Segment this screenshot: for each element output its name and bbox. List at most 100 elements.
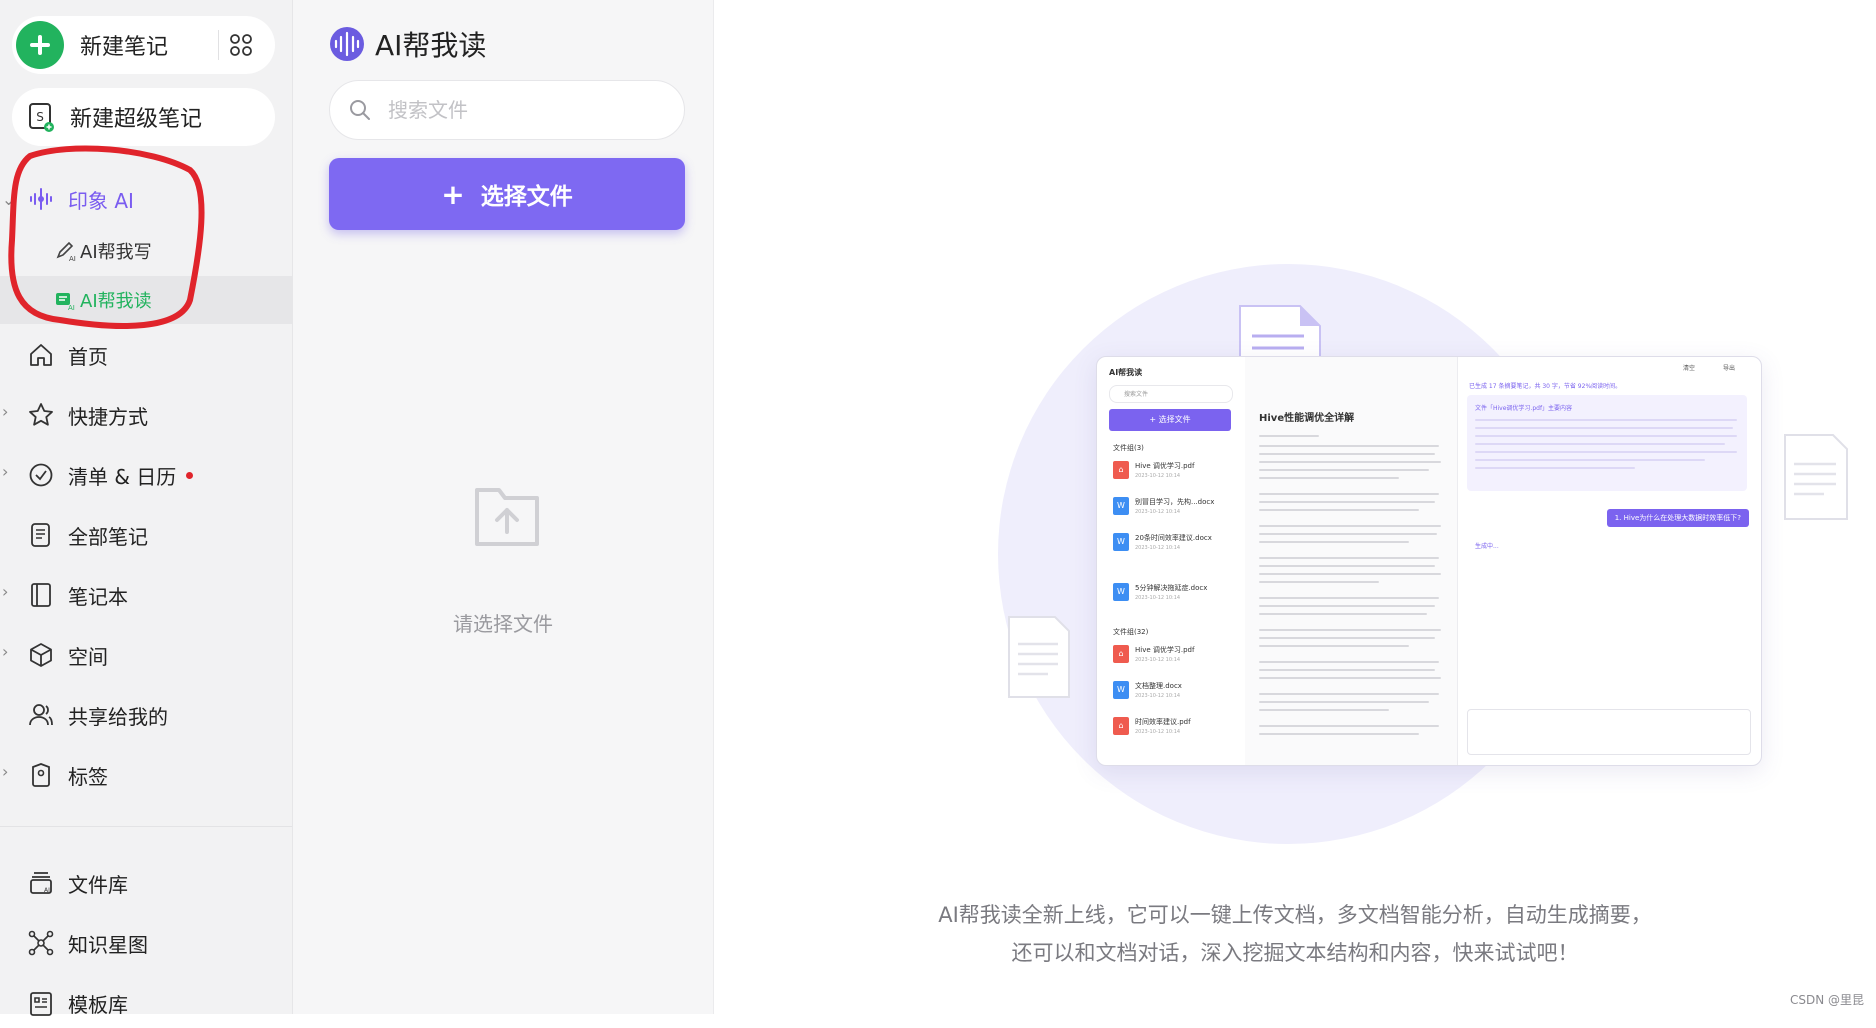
sidebar-item-label: 共享给我的	[68, 704, 168, 729]
sidebar-item-label: 知识星图	[68, 932, 148, 957]
document-icon	[1008, 616, 1070, 698]
sidebar-item-home[interactable]: 首页	[0, 330, 292, 380]
svg-text:AI: AI	[44, 887, 50, 894]
preview-document: Hive性能调优全详解	[1245, 357, 1458, 765]
sidebar-item-tags[interactable]: › 标签	[0, 750, 292, 800]
preview-file-name: 时间效率建议.pdf	[1135, 718, 1191, 726]
sidebar-item-label: 空间	[68, 644, 108, 669]
sidebar-item-label: 模板库	[68, 992, 128, 1017]
sidebar-item-knowledge-graph[interactable]: 知识星图	[0, 918, 292, 968]
preview-file-item: ⌂ 时间效率建议.pdf 2023-10-12 10:14	[1109, 713, 1233, 745]
notes-icon	[31, 523, 50, 547]
chevron-right-icon[interactable]: ›	[2, 464, 14, 480]
sidebar-item-notebooks[interactable]: › 笔记本	[0, 570, 292, 620]
preview-file-item: W 文档整理.docx 2023-10-12 10:14	[1109, 677, 1233, 709]
sidebar-item-ai[interactable]: ⌄ 印象 AI	[0, 174, 292, 224]
notification-dot	[186, 471, 193, 479]
chevron-right-icon[interactable]: ›	[2, 644, 14, 660]
file-panel: AI帮我读 + 选择文件 请选择文件	[293, 0, 714, 1014]
sidebar: 新建笔记 S 新建超级笔记 ⌄ 印象 AI AI AI帮我写 AI AI帮我读 …	[0, 0, 293, 1017]
sidebar-item-ai-read[interactable]: AI AI帮我读	[0, 276, 292, 324]
new-super-note-button[interactable]: S 新建超级笔记	[12, 88, 275, 146]
pdf-icon: ⌂	[1113, 461, 1129, 479]
sidebar-item-all-notes[interactable]: 全部笔记	[0, 510, 292, 560]
chevron-right-icon[interactable]: ›	[2, 584, 14, 600]
preview-search-text: 搜索文件	[1124, 391, 1149, 398]
sidebar-item-spaces[interactable]: › 空间	[0, 630, 292, 680]
preview-question-bubble: 1. Hive为什么在处理大数据时效率低下?	[1606, 509, 1749, 527]
preview-file-item: W 别冒目学习，先构...docx 2023-10-12 10:14	[1109, 493, 1233, 525]
preview-file-list: AI帮我读 搜索文件 + 选择文件 文件组(3) ⌂ Hive 调优学习.pdf…	[1097, 357, 1246, 765]
chevron-right-icon[interactable]: ›	[2, 764, 14, 780]
cube-icon	[30, 643, 52, 667]
preview-file-date: 2023-10-12 10:14	[1135, 729, 1181, 735]
empty-state-text: 请选择文件	[453, 612, 553, 636]
preview-doc-title: Hive性能调优全详解	[1259, 413, 1355, 424]
sidebar-item-label: 清单 & 日历	[68, 464, 177, 489]
search-box[interactable]	[329, 80, 685, 140]
sidebar-item-label: 笔记本	[68, 584, 128, 609]
ai-read-icon: AI	[56, 293, 75, 311]
preview-file-name: 20条时间效率建议.docx	[1135, 534, 1212, 542]
sidebar-item-tasks-calendar[interactable]: › 清单 & 日历	[0, 450, 292, 500]
new-note-button[interactable]: 新建笔记	[12, 16, 275, 74]
sidebar-item-ai-write[interactable]: AI AI帮我写	[0, 228, 292, 274]
document-icon	[1784, 434, 1848, 520]
sidebar-item-label: 印象 AI	[68, 188, 134, 213]
watermark: CSDN @里昆	[1789, 993, 1864, 1007]
word-doc-icon: W	[1113, 681, 1129, 699]
preview-file-name: Hive 调优学习.pdf	[1135, 462, 1195, 470]
preview-file-name: 文档整理.docx	[1135, 682, 1182, 690]
word-doc-icon: W	[1113, 583, 1129, 601]
preview-file-date: 2023-10-12 10:14	[1135, 473, 1181, 479]
preview-file-date: 2023-10-12 10:14	[1135, 509, 1181, 515]
preview-choose-file-button: + 选择文件	[1109, 409, 1231, 431]
preview-summary-header: 已生成 17 条摘要笔记，共 30 字，节省 92%阅读时间。	[1469, 383, 1622, 390]
super-note-icon: S	[29, 103, 54, 132]
choose-file-button[interactable]: + 选择文件	[329, 158, 685, 230]
preview-file-date: 2023-10-12 10:14	[1135, 657, 1181, 663]
feature-preview-image: AI帮我读 搜索文件 + 选择文件 文件组(3) ⌂ Hive 调优学习.pdf…	[1096, 356, 1762, 766]
sidebar-item-label: 全部笔记	[68, 524, 148, 549]
svg-text:S: S	[36, 110, 44, 124]
intro-text: AI帮我读全新上线，它可以一键上传文档，多文档智能分析，自动生成摘要， 还可以和…	[714, 896, 1876, 972]
shared-user-icon	[29, 704, 53, 726]
chevron-down-icon[interactable]: ⌄	[2, 192, 15, 208]
preview-file-name: 别冒目学习，先构...docx	[1135, 498, 1215, 506]
preview-summary-title: 文件「Hive调优学习.pdf」主要内容	[1475, 405, 1573, 412]
panel-title: AI帮我读	[375, 29, 487, 62]
pdf-icon: ⌂	[1113, 645, 1129, 663]
preview-generating: 生成中...	[1475, 543, 1499, 550]
search-input[interactable]	[386, 97, 670, 123]
preview-export: 导出	[1723, 365, 1736, 372]
sidebar-item-templates[interactable]: 模板库	[0, 978, 292, 1028]
new-note-label: 新建笔记	[80, 35, 169, 60]
intro-line-1: AI帮我读全新上线，它可以一键上传文档，多文档智能分析，自动生成摘要，	[938, 903, 1652, 927]
choose-file-label: 选择文件	[480, 184, 573, 210]
ai-read-logo-icon	[330, 27, 364, 61]
intro-line-2: 还可以和文档对话，深入挖掘文本结构和内容，快来试试吧！	[1011, 941, 1579, 965]
pdf-icon: ⌂	[1113, 717, 1129, 735]
sidebar-item-shortcuts[interactable]: › 快捷方式	[0, 390, 292, 440]
preview-file-date: 2023-10-12 10:14	[1135, 595, 1181, 601]
word-doc-icon: W	[1113, 533, 1129, 551]
preview-group-label: 文件组(32)	[1113, 628, 1149, 636]
knowledge-graph-icon	[28, 930, 54, 956]
chevron-right-icon[interactable]: ›	[2, 404, 14, 420]
ai-pen-icon: AI	[56, 241, 76, 262]
divider	[0, 826, 292, 827]
divider	[218, 30, 219, 60]
preview-summary-card: 文件「Hive调优学习.pdf」主要内容	[1467, 395, 1747, 491]
template-icon	[30, 992, 52, 1016]
preview-file-item: ⌂ Hive 调优学习.pdf 2023-10-12 10:14	[1109, 457, 1233, 489]
sidebar-item-label: AI帮我读	[80, 291, 152, 312]
sidebar-item-shared-with-me[interactable]: 共享给我的	[0, 690, 292, 740]
sidebar-item-file-library[interactable]: AI 文件库	[0, 858, 292, 908]
grid-icon[interactable]	[229, 33, 253, 57]
preview-file-item: ⌂ Hive 调优学习.pdf 2023-10-12 10:14	[1109, 641, 1233, 673]
svg-text:AI: AI	[69, 255, 76, 262]
preview-search: 搜索文件	[1109, 385, 1233, 403]
plus-icon	[16, 21, 64, 69]
sidebar-item-label: 文件库	[68, 872, 128, 897]
svg-text:AI: AI	[68, 304, 75, 311]
